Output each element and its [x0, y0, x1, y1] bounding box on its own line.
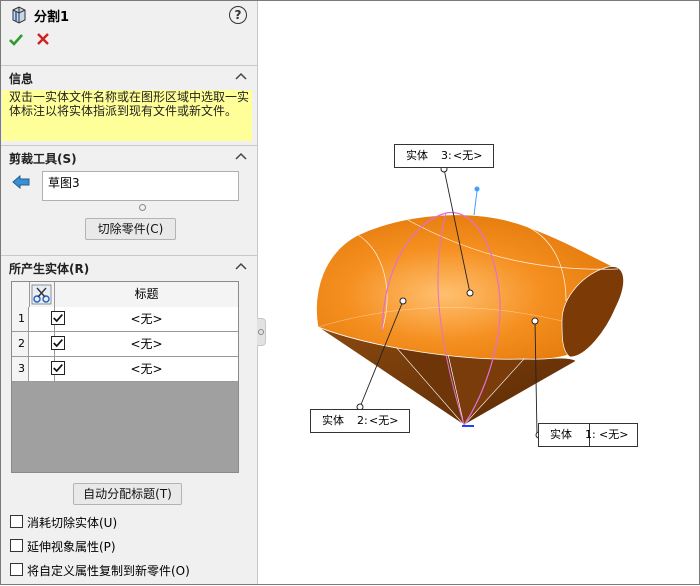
row-number: 2 [12, 332, 29, 356]
consume-cut-bodies-option[interactable]: 消耗切除实体(U) [10, 513, 250, 531]
copy-custom-properties-option[interactable]: 将自定义属性复制到新零件(O) [10, 561, 250, 579]
callout-body-name: <无> [369, 414, 399, 427]
info-section-header[interactable]: 信息 [1, 65, 257, 88]
callout-body-number: 1: [585, 428, 596, 441]
checkbox-cell [29, 307, 65, 331]
checkbox-cell [29, 357, 65, 381]
row-number: 3 [12, 357, 29, 381]
propagate-visual-properties-option[interactable]: 延伸视象属性(P) [10, 537, 250, 555]
auto-assign-names-button[interactable]: 自动分配标题(T) [73, 483, 182, 505]
property-manager-panel: 分割1 ? 信息 双击一实体文件名称或在图形区域中选取一实体标注以将实体指派到现… [1, 1, 258, 584]
callout-body-number: 2: [357, 414, 368, 427]
feature-title-bar: 分割1 ? [1, 1, 257, 29]
callout-body-label: 实体 [406, 149, 428, 162]
table-row[interactable]: 2 <无> [12, 332, 238, 357]
callout-body-label: 实体 [550, 428, 572, 441]
sketch-point-handle[interactable] [474, 186, 480, 192]
table-header: 标题 [12, 282, 238, 308]
chevron-up-icon[interactable] [235, 71, 247, 81]
option-label: 将自定义属性复制到新零件(O) [27, 564, 190, 578]
option-label: 消耗切除实体(U) [27, 516, 118, 530]
option-label: 延伸视象属性(P) [27, 540, 116, 554]
callout-body-name: <无> [599, 428, 629, 441]
trim-tools-section-header[interactable]: 剪裁工具(S) [1, 145, 257, 168]
panel-splitter-handle[interactable] [257, 318, 266, 346]
chevron-up-icon[interactable] [235, 151, 247, 161]
info-message: 双击一实体文件名称或在图形区域中选取一实体标注以将实体指派到现有文件或新文件。 [2, 90, 252, 141]
cancel-cross-icon[interactable] [36, 32, 50, 46]
body-1-callout[interactable]: 实体 1: <无> [538, 423, 638, 447]
body-title-cell[interactable]: <无> [55, 307, 238, 331]
callout-body-name: <无> [453, 149, 483, 162]
row-number: 1 [12, 307, 29, 331]
cut-part-button[interactable]: 切除零件(C) [85, 218, 176, 240]
bodies-table: 标题 1 <无> 2 <无> 3 <无> [11, 281, 239, 473]
body-3-callout[interactable]: 实体 3: <无> [394, 144, 494, 168]
body-title-cell[interactable]: <无> [55, 357, 238, 381]
consume-cut-bodies-checkbox[interactable] [10, 515, 23, 528]
title-column-header[interactable]: 标题 [55, 282, 238, 307]
table-corner [12, 282, 30, 307]
feature-title: 分割1 [34, 10, 70, 25]
sketch-selection-icon [12, 174, 30, 190]
resulting-bodies-section-header[interactable]: 所产生实体(R) [1, 255, 257, 278]
model-view [316, 165, 624, 439]
help-icon[interactable]: ? [229, 6, 247, 24]
list-resize-handle[interactable] [139, 204, 146, 211]
table-row[interactable]: 1 <无> [12, 307, 238, 332]
callout-body-number: 3: [441, 149, 452, 162]
resulting-bodies-label: 所产生实体(R) [9, 262, 90, 276]
split-feature-icon [12, 6, 26, 24]
copy-custom-properties-checkbox[interactable] [10, 563, 23, 576]
chevron-up-icon[interactable] [235, 261, 247, 271]
table-row[interactable]: 3 <无> [12, 357, 238, 382]
graphics-area[interactable]: 实体 3: <无> 实体 2: <无> 实体 1: <无> [266, 1, 698, 583]
body-title-cell[interactable]: <无> [55, 332, 238, 356]
propagate-visual-properties-checkbox[interactable] [10, 539, 23, 552]
trim-tools-label: 剪裁工具(S) [9, 152, 77, 166]
info-section-label: 信息 [9, 72, 34, 86]
checkbox-cell [29, 332, 65, 356]
trim-tool-selection-field[interactable]: 草图3 [42, 171, 239, 201]
body-2-callout[interactable]: 实体 2: <无> [310, 409, 410, 433]
callout-body-label: 实体 [322, 414, 344, 427]
ok-checkmark-icon[interactable] [8, 32, 24, 48]
header-icon-cell [29, 282, 55, 307]
body-scissors-icon [31, 284, 52, 305]
